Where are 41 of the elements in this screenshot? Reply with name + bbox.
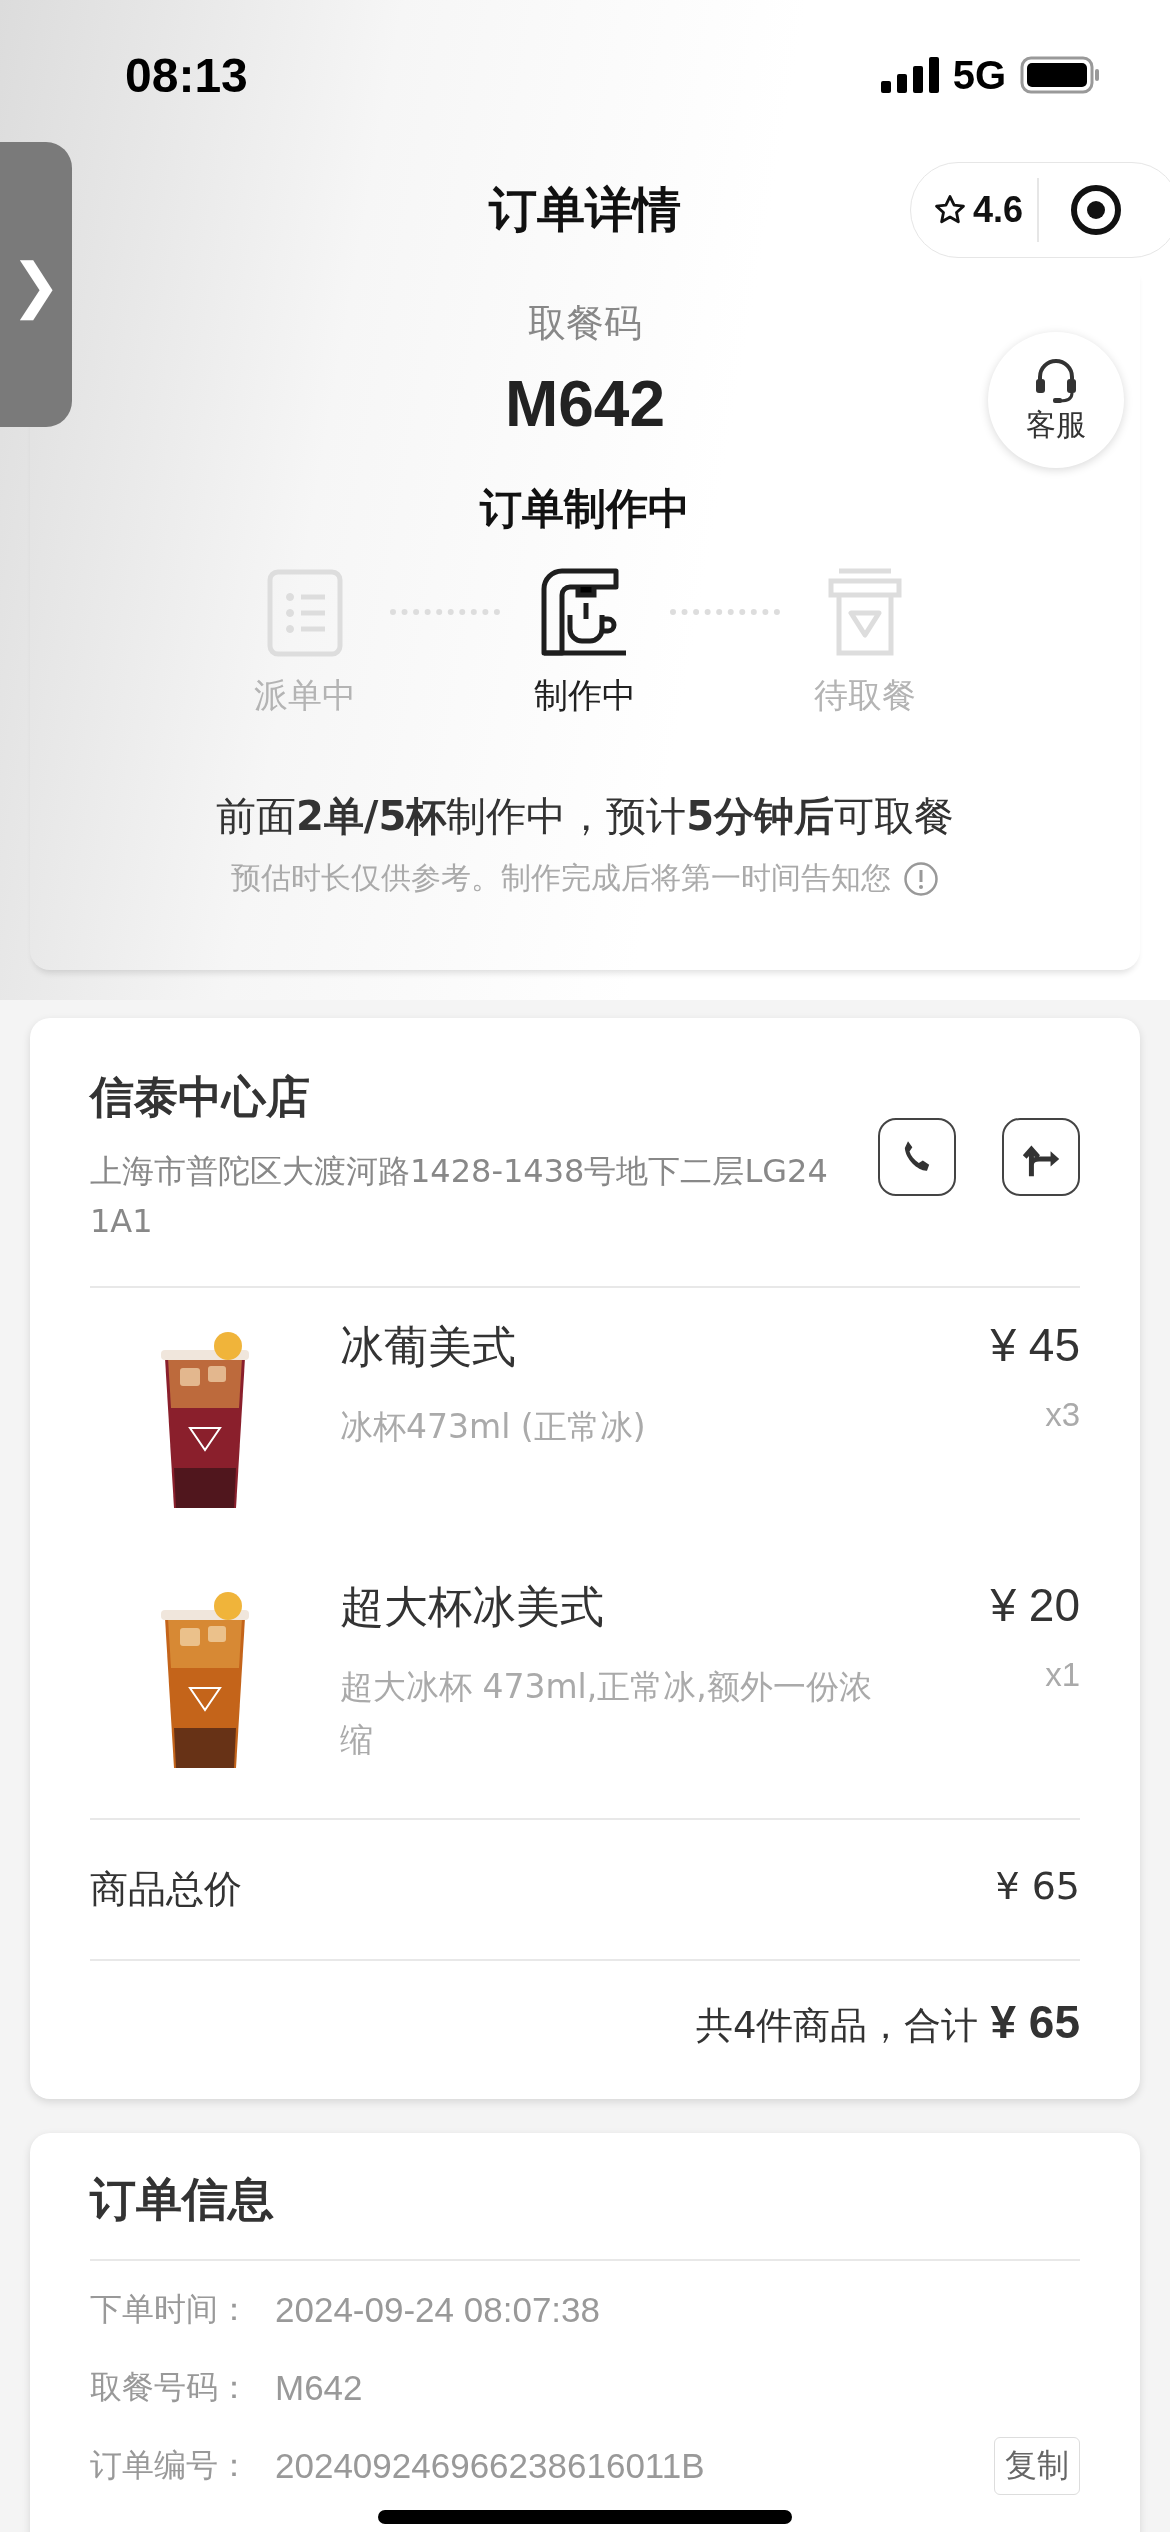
total-label: 共4件商品，合计 [695,2003,979,2050]
page-title: 订单详情 [489,180,681,239]
status-time: 08:13 [125,47,248,103]
info-label: 下单时间： [90,2289,251,2331]
copy-button[interactable]: 复制 [994,2437,1080,2496]
close-mini-program-icon[interactable] [1069,183,1124,237]
info-label: 取餐号码： [90,2367,251,2409]
info-value: 2024-09-24 08:07:38 [275,2290,600,2331]
info-value: M642 [275,2368,363,2409]
rating-button[interactable]: 4.6 [933,189,1024,231]
store-name: 信泰中心店 [90,1070,311,1124]
product-price: ¥ 45 [990,1318,1080,1373]
subtotal-value: ¥ 65 [995,1864,1080,1911]
product-name: 冰葡美式 [340,1320,517,1375]
product-name: 超大杯冰美式 [340,1580,605,1635]
call-button[interactable] [878,1118,956,1197]
signal-icon [880,57,939,93]
battery-icon [1020,56,1100,94]
product-options: 冰杯473ml (正常冰) [340,1401,900,1454]
estimate-note: 预估时长仅供参考。制作完成后将第一时间告知您 [231,859,891,897]
product-options: 超大冰杯 473ml,正常冰,额外一份浓缩 [340,1661,900,1767]
store-address: 上海市普陀区大渡河路1428-1438号地下二层LG241A1 [90,1151,829,1242]
info-value: 202409246966238616011B [275,2446,705,2487]
product-quantity: x1 [1044,1656,1080,1695]
navigate-button[interactable] [1002,1118,1080,1197]
step-label: 待取餐 [814,674,916,717]
subtotal-label: 商品总价 [90,1866,242,1914]
total-value: ¥ 65 [990,1995,1080,2050]
pickup-code: M642 [504,367,666,441]
section-title: 订单信息 [90,2171,275,2229]
order-status: 订单制作中 [480,483,690,535]
step-label: 派单中 [254,674,356,717]
product-price: ¥ 20 [990,1578,1080,1633]
info-icon[interactable] [903,860,939,897]
step-label: 制作中 [534,674,636,717]
pickup-code-label: 取餐码 [528,300,642,347]
info-label: 订单编号： [90,2445,251,2487]
side-drawer-handle[interactable]: ❯ [0,142,72,427]
wait-message: 前面2单/5杯制作中，预计5分钟后可取餐 [215,792,955,841]
network-label: 5G [952,52,1006,98]
product-quantity: x3 [1044,1396,1080,1435]
